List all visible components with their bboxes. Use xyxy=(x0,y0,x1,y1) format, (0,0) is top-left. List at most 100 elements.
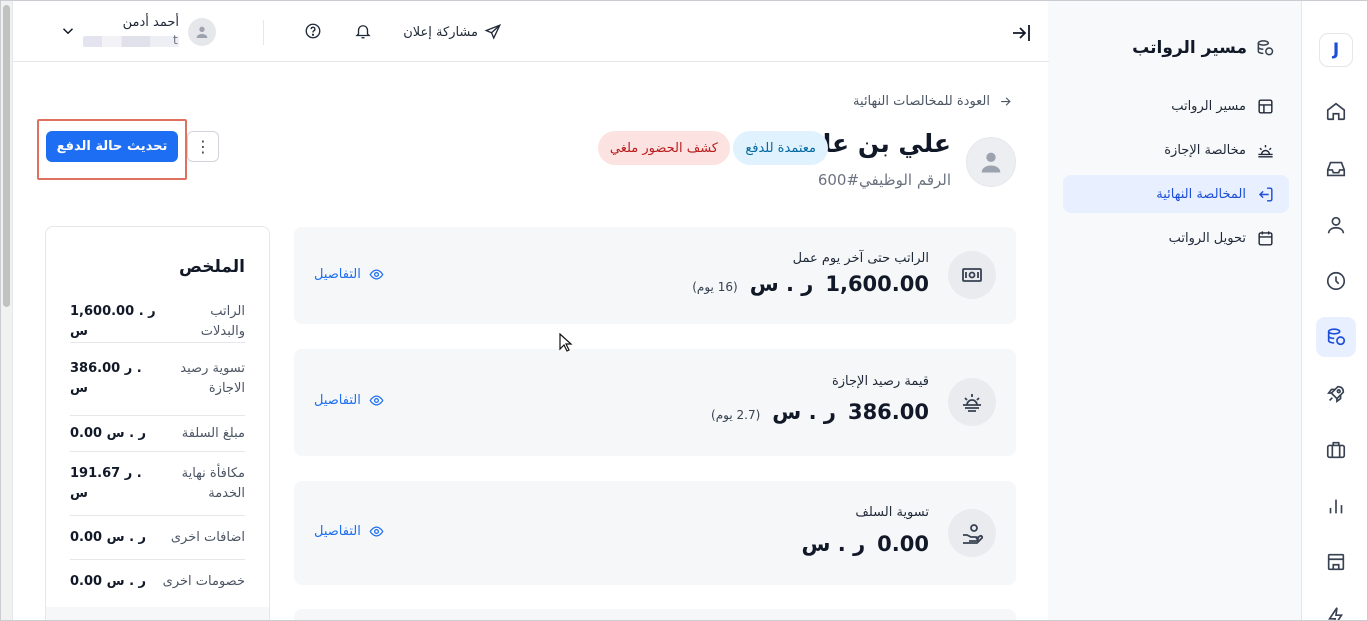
logout-icon xyxy=(1258,186,1273,202)
user-menu-toggle[interactable] xyxy=(59,22,77,40)
summary-value: 386.00 ر . س xyxy=(70,361,142,396)
amount-currency: ر . س xyxy=(749,272,814,296)
summary-value: 0.00 ر . س xyxy=(70,425,147,441)
attendance-badge: كشف الحضور ملغي xyxy=(597,131,730,165)
help-circle-icon xyxy=(305,23,321,39)
sidebar-item-final-settlement[interactable]: المخالصة النهائية xyxy=(1063,175,1289,213)
scrollbar[interactable] xyxy=(1,1,12,620)
banknote-icon xyxy=(948,251,996,299)
sidebar-item-payroll[interactable]: مسير الرواتب xyxy=(1063,87,1289,125)
arrow-right-icon xyxy=(1001,97,1011,106)
user-icon xyxy=(981,152,1001,173)
salary-card: الراتب حتى آخر يوم عمل 1,600.00 ر . س (1… xyxy=(294,227,1016,324)
collapse-sidebar-button[interactable] xyxy=(1009,21,1033,45)
card-amount: 1,600.00 ر . س (16 يوم) xyxy=(692,272,929,296)
summary-label: مكافأة نهاية الخدمة xyxy=(181,465,245,501)
bolt-icon[interactable] xyxy=(1316,597,1356,620)
card-title: قيمة رصيد الإجازة xyxy=(831,374,929,389)
user-name[interactable]: أحمد أدمن xyxy=(123,15,179,30)
payroll-coins-icon[interactable] xyxy=(1316,317,1356,357)
card-title: الراتب حتى آخر يوم عمل xyxy=(792,251,929,266)
summary-label: اضافات اخرى xyxy=(170,529,245,545)
summary-label: مبلغ السلفة xyxy=(181,425,245,441)
chevron-down-icon xyxy=(62,28,74,35)
summary-label: خصومات اخرى xyxy=(162,574,245,589)
summary-row: تسوية رصيد الاجازة 386.00 ر . س xyxy=(70,343,245,416)
summary-value: 191.67 ر . س xyxy=(70,465,142,501)
share-label: مشاركة إعلان xyxy=(403,24,478,40)
clock-icon[interactable] xyxy=(1316,261,1356,301)
amount-value: 0.00 xyxy=(877,532,929,556)
topbar-divider xyxy=(263,20,264,45)
summary-row: مبلغ السلفة 0.00 ر . س xyxy=(70,416,245,452)
card-amount: 0.00 ر . س xyxy=(802,532,930,556)
home-icon[interactable] xyxy=(1316,91,1356,131)
summary-row: مكافأة نهاية الخدمة 191.67 ر . س xyxy=(70,452,245,516)
leave-balance-card: قيمة رصيد الإجازة 386.00 ر . س (2.7 يوم)… xyxy=(294,349,1016,456)
main-content: مشاركة إعلان أحمد أدمن t العودة للمخالصا… xyxy=(12,1,1049,620)
user-icon xyxy=(196,26,208,38)
amount-value: 1,600.00 xyxy=(825,272,929,296)
calendar-icon xyxy=(1258,230,1273,246)
user-avatar[interactable] xyxy=(188,18,216,46)
send-icon xyxy=(484,24,502,40)
summary-footer xyxy=(46,607,269,620)
eye-icon xyxy=(369,269,384,280)
details-label: التفاصيل xyxy=(314,267,361,282)
sunrise-icon xyxy=(1258,144,1273,158)
user-email-tail: t xyxy=(173,33,178,47)
hand-coins-icon xyxy=(948,509,996,557)
details-label: التفاصيل xyxy=(314,393,361,408)
scrollbar-thumb[interactable] xyxy=(3,5,10,307)
update-payment-status-button[interactable]: تحديث حالة الدفع xyxy=(46,131,178,162)
amount-days: (2.7 يوم) xyxy=(711,408,761,422)
employee-avatar xyxy=(966,137,1016,187)
sunrise-icon xyxy=(948,378,996,426)
details-link[interactable]: التفاصيل xyxy=(314,267,384,282)
sidebar-item-label: تحويل الرواتب xyxy=(1168,230,1246,246)
app-window: J مسير الرواتب مسير الرواتب مخالصة الإجا… xyxy=(0,0,1368,621)
details-link[interactable]: التفاصيل xyxy=(314,393,384,408)
rocket-icon[interactable] xyxy=(1316,374,1356,414)
amount-value: 386.00 xyxy=(847,400,929,424)
summary-row: اضافات اخرى 0.00 ر . س xyxy=(70,516,245,560)
app-logo[interactable]: J xyxy=(1319,33,1353,67)
more-options-button[interactable]: ⋮ xyxy=(187,131,219,162)
mouse-cursor-icon xyxy=(559,333,573,352)
summary-value: 0.00 ر . س xyxy=(70,529,147,545)
topbar: مشاركة إعلان أحمد أدمن t xyxy=(13,1,1049,62)
briefcase-icon[interactable] xyxy=(1316,430,1356,470)
share-announcement-button[interactable]: مشاركة إعلان xyxy=(403,23,502,41)
inbox-icon[interactable] xyxy=(1316,149,1356,189)
bar-chart-icon[interactable] xyxy=(1316,486,1356,526)
sidebar-item-payroll-transfer[interactable]: تحويل الرواتب xyxy=(1063,219,1289,257)
icon-rail: J xyxy=(1301,1,1367,620)
eye-icon xyxy=(369,395,384,406)
sidebar-title: مسير الرواتب xyxy=(1132,38,1275,58)
summary-label: تسوية رصيد الاجازة xyxy=(180,361,245,396)
back-label: العودة للمخالصات النهائية xyxy=(853,94,990,109)
status-badge: معتمدة للدفع xyxy=(733,131,828,165)
notifications-button[interactable] xyxy=(354,22,372,40)
details-link[interactable]: التفاصيل xyxy=(314,524,384,539)
summary-title: الملخص xyxy=(179,257,245,277)
store-icon[interactable] xyxy=(1316,542,1356,582)
sidebar-item-label: المخالصة النهائية xyxy=(1156,186,1246,202)
user-icon[interactable] xyxy=(1316,205,1356,245)
bell-icon xyxy=(355,25,371,39)
summary-panel: الملخص الراتب والبدلات 1,600.00 ر . س تس… xyxy=(45,226,270,620)
next-card xyxy=(294,609,1016,620)
help-button[interactable] xyxy=(304,22,322,40)
summary-value: 0.00 ر . س xyxy=(70,574,147,589)
summary-row: الراتب والبدلات 1,600.00 ر . س xyxy=(70,301,245,343)
sidebar-item-leave-settlement[interactable]: مخالصة الإجازة xyxy=(1063,131,1289,169)
summary-label: الراتب والبدلات xyxy=(200,303,245,339)
sidebar-item-label: مسير الرواتب xyxy=(1171,98,1246,114)
summary-row: خصومات اخرى 0.00 ر . س xyxy=(70,560,245,604)
collapse-arrow-icon xyxy=(1013,25,1030,41)
sidebar-item-label: مخالصة الإجازة xyxy=(1164,142,1246,158)
summary-value: 1,600.00 ر . س xyxy=(70,303,156,339)
back-link[interactable]: العودة للمخالصات النهائية xyxy=(853,94,1013,109)
advances-card: تسوية السلف 0.00 ر . س التفاصيل xyxy=(294,481,1016,585)
amount-days: (16 يوم) xyxy=(692,280,738,294)
